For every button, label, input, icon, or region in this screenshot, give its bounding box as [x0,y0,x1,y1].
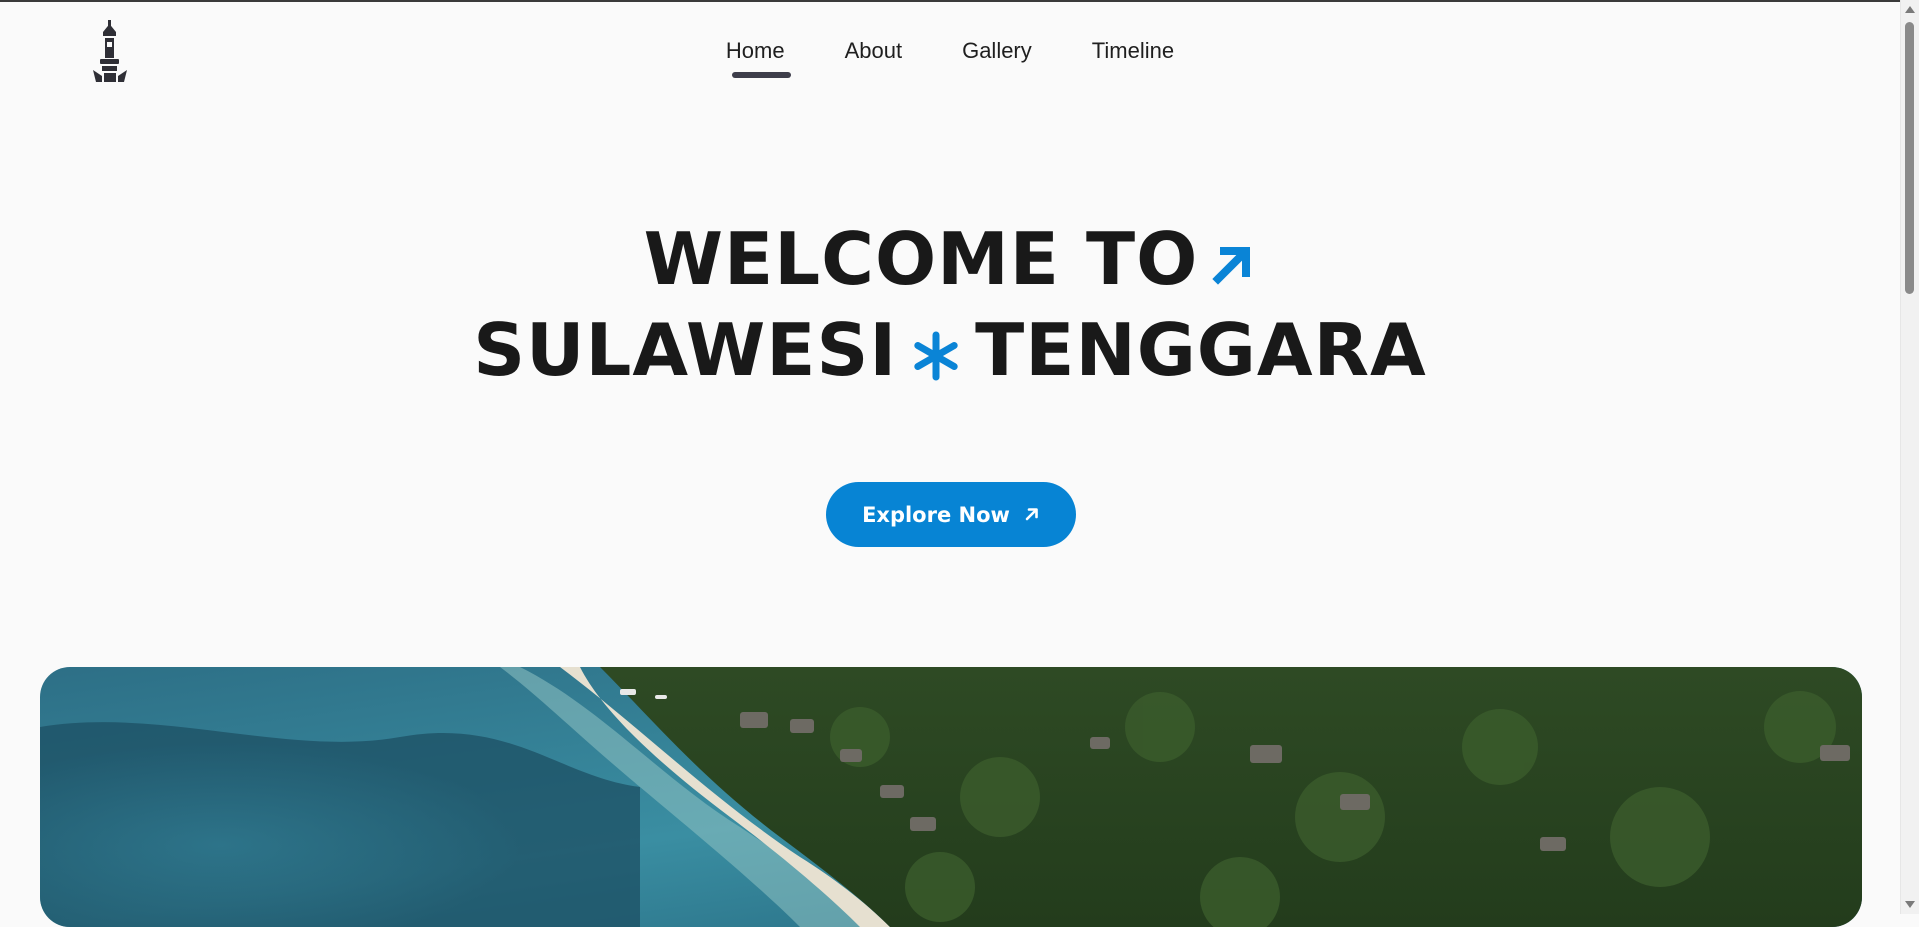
hero-heading: WELCOME TO SULAWESI TENGGARA [0,216,1900,399]
explore-now-label: Explore Now [862,502,1010,527]
main-nav: Home About Gallery Timeline [0,36,1900,78]
arrow-up-right-icon [1208,221,1256,307]
hero-line-2: SULAWESI TENGGARA [0,307,1900,398]
hero-line-1: WELCOME TO [0,216,1900,307]
nav-home[interactable]: Home [696,36,815,78]
scrollbar-thumb[interactable] [1905,22,1914,294]
window-top-border [0,0,1919,2]
nav-about[interactable]: About [815,36,933,66]
nav-gallery[interactable]: Gallery [932,36,1062,66]
asterisk-icon [911,313,961,399]
page-scrollbar[interactable] [1900,0,1919,914]
aerial-island-photo [40,667,1862,927]
hero-text-tenggara: TENGGARA [975,308,1427,393]
scroll-up-arrow-icon[interactable] [1905,6,1915,13]
hero-text-sulawesi: SULAWESI [473,308,898,393]
explore-now-button[interactable]: Explore Now [826,482,1076,547]
nav-timeline[interactable]: Timeline [1062,36,1204,66]
arrow-up-right-icon [1024,503,1040,527]
hero-text-welcome: WELCOME TO [643,217,1199,301]
scroll-down-arrow-icon[interactable] [1905,901,1915,908]
